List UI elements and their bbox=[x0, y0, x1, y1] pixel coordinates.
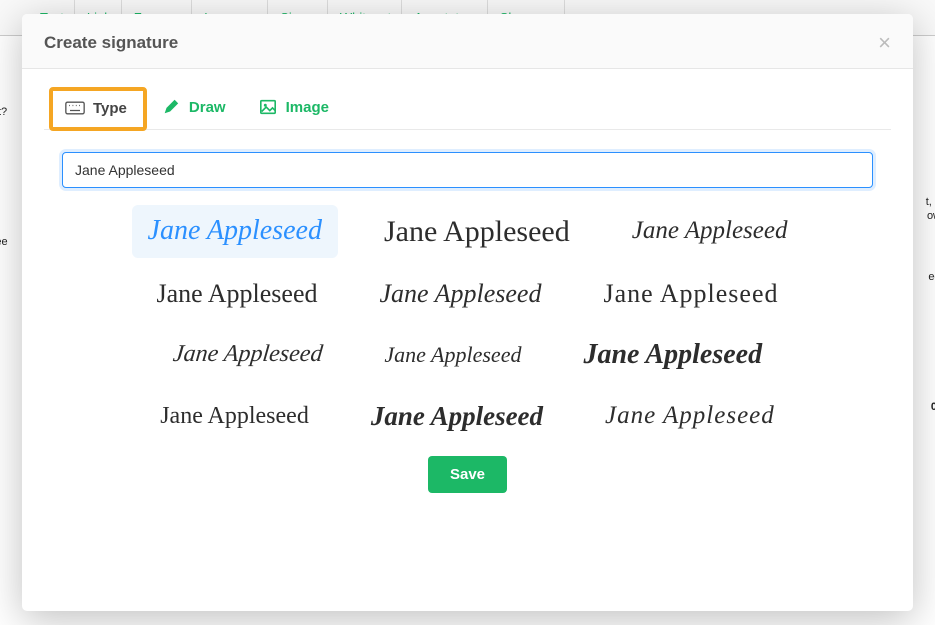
tab-image-label: Image bbox=[286, 99, 329, 116]
tab-image[interactable]: Image bbox=[244, 88, 347, 128]
modal-header: Create signature × bbox=[22, 14, 913, 69]
signature-style-11[interactable]: Jane Appleseed bbox=[355, 391, 559, 442]
modal-footer: Save bbox=[44, 442, 891, 513]
tab-draw-label: Draw bbox=[189, 99, 226, 116]
signature-style-6[interactable]: Jane Appleseed bbox=[587, 269, 794, 319]
pencil-icon bbox=[161, 98, 181, 116]
signature-style-5[interactable]: Jane Appleseed bbox=[364, 269, 558, 319]
signature-style-1[interactable]: Jane Appleseed bbox=[132, 205, 338, 257]
signature-style-12[interactable]: Jane Appleseed bbox=[589, 392, 791, 441]
signature-style-4[interactable]: Jane Appleseed bbox=[141, 269, 334, 319]
modal-overlay: Create signature × Type Draw bbox=[0, 0, 935, 625]
signature-style-9[interactable]: Jane Appleseed bbox=[567, 329, 778, 381]
close-icon[interactable]: × bbox=[878, 32, 891, 54]
name-input-wrap bbox=[44, 130, 891, 198]
signature-style-2[interactable]: Jane Appleseed bbox=[368, 204, 586, 259]
signature-style-8[interactable]: Jane Appleseed bbox=[368, 333, 537, 378]
create-signature-modal: Create signature × Type Draw bbox=[22, 14, 913, 611]
signature-style-3[interactable]: Jane Appleseed bbox=[616, 207, 804, 256]
image-icon bbox=[258, 98, 278, 116]
tab-draw[interactable]: Draw bbox=[147, 88, 244, 128]
signature-style-grid: Jane Appleseed Jane Appleseed Jane Apple… bbox=[44, 198, 891, 442]
signature-text-input[interactable] bbox=[62, 152, 873, 188]
modal-body: Type Draw Image bbox=[22, 69, 913, 611]
signature-style-7[interactable]: Jane Appleseed bbox=[154, 331, 340, 378]
save-button[interactable]: Save bbox=[428, 456, 507, 493]
tab-type-label: Type bbox=[93, 100, 127, 117]
signature-style-10[interactable]: Jane Appleseed bbox=[144, 393, 325, 440]
tab-type[interactable]: Type bbox=[49, 87, 147, 131]
modal-title: Create signature bbox=[44, 33, 178, 53]
signature-method-tabs: Type Draw Image bbox=[44, 69, 891, 130]
keyboard-icon bbox=[65, 99, 85, 117]
